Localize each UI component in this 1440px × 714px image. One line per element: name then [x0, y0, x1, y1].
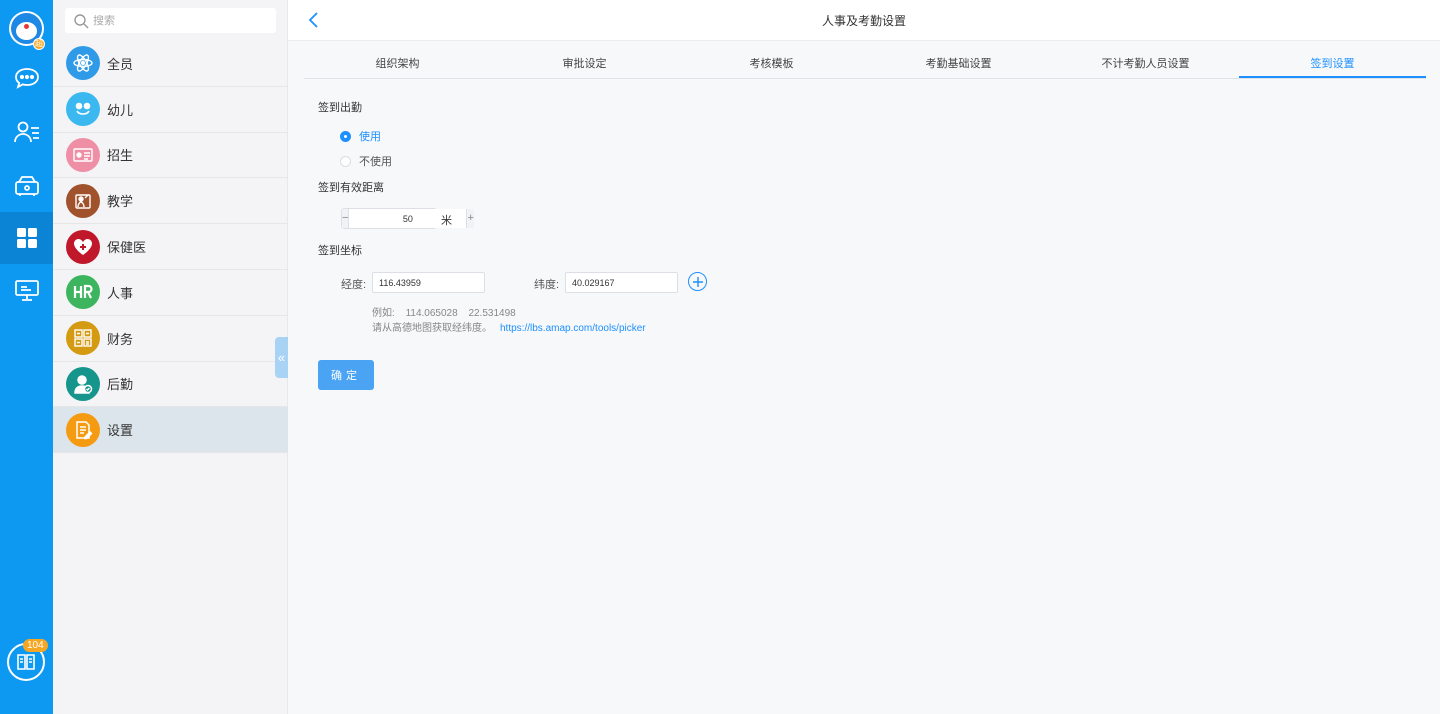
checkin-section-title: 签到出勤 — [318, 102, 362, 114]
teacher-icon — [66, 183, 100, 218]
latitude-input[interactable] — [565, 272, 678, 293]
sidebar-item-finance[interactable]: 财务 — [53, 316, 288, 362]
example-hint: 例如: 114.065028 22.531498 — [372, 304, 516, 319]
radio-use-label: 使用 — [359, 131, 381, 143]
main-panel: 人事及考勤设置 组织架构 审批设定 考核模板 考勤基础设置 不计考勤人员设置 签… — [288, 0, 1440, 714]
calculator-icon — [66, 321, 100, 356]
sidebar-item-teaching[interactable]: 教学 — [53, 178, 288, 225]
top-bar: 人事及考勤设置 — [288, 0, 1440, 41]
rail-apps[interactable] — [0, 212, 53, 264]
tab-attendance-basic[interactable]: 考勤基础设置 — [865, 52, 1052, 78]
tab-assessment-template[interactable]: 考核模板 — [678, 52, 865, 78]
sidebar-item-label: 幼儿 — [107, 102, 134, 118]
longitude-input[interactable] — [372, 272, 485, 293]
user-check-icon — [66, 366, 100, 401]
rail-chat[interactable] — [0, 52, 53, 104]
sidebar-item-label: 后勤 — [107, 377, 134, 393]
edit-doc-icon — [66, 412, 100, 447]
example-latitude: 22.531498 — [468, 308, 516, 319]
amap-hint: 请从高德地图获取经纬度。 https://lbs.amap.com/tools/p… — [372, 319, 646, 334]
search-icon — [74, 13, 89, 28]
atom-icon — [66, 46, 100, 81]
sidebar-item-health[interactable]: 保健医 — [53, 224, 288, 270]
amap-picker-link[interactable]: https://lbs.amap.com/tools/picker — [500, 323, 646, 334]
latitude-label: 纬度: — [534, 279, 560, 291]
coord-section-title: 签到坐标 — [318, 245, 362, 257]
device-icon — [14, 176, 39, 196]
longitude-label: 经度: — [341, 279, 367, 291]
double-chevron-left-icon: « — [277, 350, 286, 365]
radio-not-use[interactable]: 不使用 — [340, 153, 392, 169]
plus-icon — [692, 276, 703, 287]
distance-stepper: − + — [341, 208, 474, 229]
avatar-badge: 超 — [33, 38, 45, 50]
sidebar-item-hr[interactable]: 人事 — [53, 270, 288, 316]
hr-icon — [66, 275, 100, 310]
sidebar-item-label: 教学 — [107, 194, 134, 210]
rail-device[interactable] — [0, 160, 53, 212]
module-sidebar: 全员 幼儿 招生 教学 保健医 — [53, 0, 288, 714]
confirm-button[interactable]: 确定 — [318, 360, 374, 390]
sidebar-item-label: 全员 — [107, 56, 134, 72]
sidebar-item-label: 财务 — [107, 331, 134, 347]
page-title: 人事及考勤设置 — [821, 14, 906, 28]
amap-hint-text: 请从高德地图获取经纬度。 — [372, 323, 492, 334]
add-coordinate-button[interactable] — [688, 272, 707, 291]
card-icon — [66, 137, 100, 172]
radio-use[interactable]: 使用 — [340, 128, 381, 144]
sidebar-item-children[interactable]: 幼儿 — [53, 87, 288, 133]
sidebar-item-label: 保健医 — [107, 240, 147, 256]
example-longitude: 114.065028 — [405, 308, 458, 319]
radio-checked-icon — [340, 130, 351, 142]
radio-not-use-label: 不使用 — [359, 156, 392, 168]
sidebar-item-settings[interactable]: 设置 — [53, 407, 288, 454]
notification-count-badge: 104 — [23, 639, 48, 652]
sidebar-item-enrollment[interactable]: 招生 — [53, 133, 288, 179]
rail-screen[interactable] — [0, 264, 53, 316]
sidebar-item-label: 设置 — [107, 423, 134, 439]
smile-icon — [66, 92, 100, 127]
search-input[interactable] — [93, 14, 263, 27]
sidebar-item-logistics[interactable]: 后勤 — [53, 362, 288, 408]
example-label: 例如: — [372, 308, 395, 319]
tab-checkin-settings[interactable]: 签到设置 — [1239, 52, 1426, 78]
distance-section-title: 签到有效距离 — [318, 182, 384, 194]
sidebar-item-all-staff[interactable]: 全员 — [53, 41, 288, 87]
sidebar-item-label: 人事 — [107, 285, 134, 301]
module-menu: 全员 幼儿 招生 教学 保健医 人事 财务 后勤 设置 — [53, 41, 288, 454]
tab-approval[interactable]: 审批设定 — [491, 52, 678, 78]
collapse-sidebar-button[interactable]: « — [275, 337, 288, 378]
search-box[interactable] — [65, 8, 276, 33]
decrement-button[interactable]: − — [342, 209, 350, 228]
increment-button[interactable]: + — [466, 209, 474, 228]
radio-unchecked-icon — [340, 155, 351, 167]
distance-unit: 米 — [441, 215, 452, 227]
contacts-icon — [13, 121, 39, 143]
settings-tabs: 组织架构 审批设定 考核模板 考勤基础设置 不计考勤人员设置 签到设置 — [304, 52, 1426, 79]
tab-exempt-staff[interactable]: 不计考勤人员设置 — [1052, 52, 1239, 78]
grid-icon — [16, 228, 37, 248]
rail-contacts[interactable] — [0, 106, 53, 158]
chat-icon — [14, 68, 39, 89]
tab-org-structure[interactable]: 组织架构 — [304, 52, 491, 78]
heart-plus-icon — [66, 229, 100, 264]
app-rail: 超 104 — [0, 0, 53, 714]
monitor-icon — [14, 280, 39, 301]
sidebar-item-label: 招生 — [107, 148, 134, 164]
book-icon — [17, 654, 35, 670]
